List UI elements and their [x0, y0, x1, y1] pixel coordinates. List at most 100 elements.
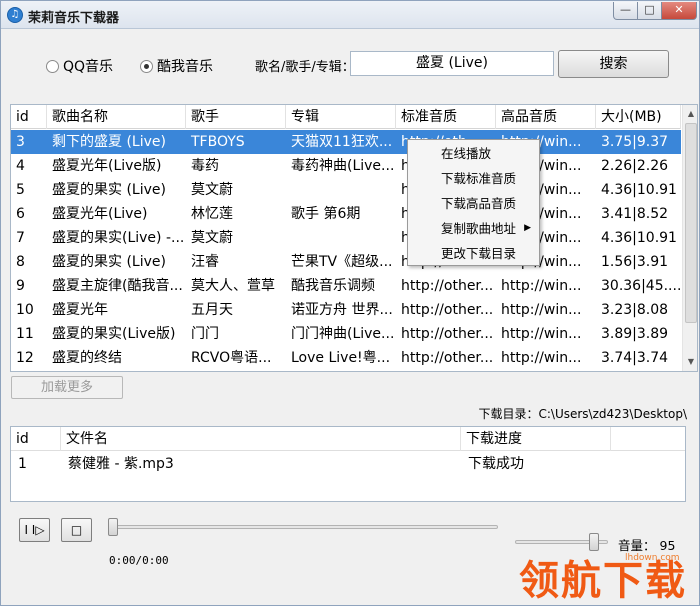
app-window: ♫ 茉莉音乐下载器 — □ ✕ QQ音乐 酷我音乐 歌名/歌手/专辑： 盛夏 (…	[0, 0, 700, 606]
volume-value: 95	[659, 538, 676, 553]
results-list[interactable]: id 歌曲名称 歌手 专辑 标准音质 高品音质 大小(MB) 3 剩下的盛夏 (L…	[10, 104, 698, 372]
search-input[interactable]: 盛夏 (Live)	[350, 51, 554, 76]
result-row[interactable]: 10 盛夏光年 五月天 诺亚方舟 世界... http://other... http:/…	[11, 298, 681, 322]
column-header[interactable]: 大小(MB)	[596, 105, 681, 129]
result-row[interactable]: 8盛夏的果实 (Live)汪睿芒果TV《超级...http://oth...ht…	[11, 250, 681, 274]
song-name: 盛夏的果实(Live版)	[52, 326, 176, 342]
column-header[interactable]: id	[11, 427, 61, 451]
download-row[interactable]: 1 蔡健雅 - 紫.mp3 下载成功	[11, 452, 681, 476]
song-id: 3	[16, 134, 25, 150]
result-row[interactable]: 11 盛夏的果实(Live版) 门门 门门神曲(Live... http://other…	[11, 322, 681, 346]
scroll-down-icon[interactable]: ▼	[684, 355, 697, 369]
seek-slider-handle[interactable]	[108, 518, 118, 536]
vertical-scrollbar[interactable]: ▲ ▼	[682, 105, 697, 371]
song-id: 8	[16, 254, 25, 270]
song-artist: TFBOYS	[191, 134, 245, 150]
song-artist: 五月天	[191, 302, 233, 318]
song-id: 10	[16, 302, 34, 318]
menu-item-download-high[interactable]: 下载高品音质	[408, 191, 539, 216]
song-name: 盛夏光年(Live)	[52, 206, 148, 222]
song-artist: 汪睿	[191, 254, 219, 270]
result-row[interactable]: 5盛夏的果实 (Live)莫文蔚http://oth...http://win.…	[11, 178, 681, 202]
menu-item-change-dir[interactable]: 更改下载目录	[408, 241, 539, 266]
song-id: 12	[16, 350, 34, 366]
song-size: 4.36|10.91	[601, 230, 677, 246]
menu-item-play-online[interactable]: 在线播放	[408, 141, 539, 166]
search-button[interactable]: 搜索	[558, 50, 669, 78]
load-more-button[interactable]: 加载更多	[11, 376, 123, 399]
song-artist: 莫文蔚	[191, 182, 233, 198]
minimize-button[interactable]: —	[613, 2, 638, 20]
playback-time: 0:00/0:00	[109, 554, 169, 567]
menu-item-label: 更改下载目录	[441, 246, 517, 261]
song-name: 盛夏光年	[52, 302, 108, 318]
song-high-url: http://win...	[501, 350, 582, 366]
maximize-button[interactable]: □	[638, 2, 662, 20]
column-header[interactable]: 歌手	[186, 105, 286, 129]
song-high-url: http://win...	[501, 326, 582, 342]
column-header[interactable]: 高品音质	[496, 105, 596, 129]
result-row[interactable]: 12 盛夏的终结 RCVO粤语... Love Live!粤... http://oth…	[11, 346, 681, 370]
song-album: 酷我音乐调频	[291, 278, 375, 294]
window-title: 茉莉音乐下载器	[28, 11, 120, 26]
downloads-header: id 文件名 下载进度	[11, 427, 685, 451]
radio-label: 酷我音乐	[157, 59, 213, 75]
title-bar: ♫ 茉莉音乐下载器 — □ ✕	[1, 1, 699, 29]
search-label: 歌名/歌手/专辑：	[255, 60, 355, 75]
scrollbar-thumb[interactable]	[685, 123, 697, 323]
song-album: 天猫双11狂欢...	[291, 134, 393, 150]
result-row[interactable]: 6盛夏光年(Live)林忆莲歌手 第6期http://oth...http://…	[11, 202, 681, 226]
column-header[interactable]: 文件名	[61, 427, 461, 451]
song-name: 盛夏光年(Live版)	[52, 158, 162, 174]
song-size: 3.89|3.89	[601, 326, 669, 342]
song-size: 3.74|3.74	[601, 350, 669, 366]
downloads-list[interactable]: id 文件名 下载进度 1 蔡健雅 - 紫.mp3 下载成功	[10, 426, 686, 502]
seek-slider-track[interactable]	[111, 525, 498, 529]
radio-dot[interactable]	[46, 59, 59, 73]
menu-item-copy-url[interactable]: 复制歌曲地址 ▶	[408, 216, 539, 241]
volume-label: 音量： 95	[618, 538, 676, 553]
song-name: 剩下的盛夏 (Live)	[52, 134, 166, 150]
menu-item-label: 复制歌曲地址	[441, 221, 517, 236]
song-high-url: http://win...	[501, 278, 582, 294]
song-size: 1.56|3.91	[601, 254, 669, 270]
song-artist: 毒药	[191, 158, 219, 174]
note-icon: ♫	[7, 7, 23, 23]
song-size: 3.23|8.08	[601, 302, 669, 318]
song-name: 盛夏主旋律(酷我音...	[52, 278, 183, 294]
stop-button[interactable]: □	[61, 518, 92, 542]
song-standard-url: http://other...	[401, 350, 494, 366]
results-header: id 歌曲名称 歌手 专辑 标准音质 高品音质 大小(MB)	[11, 105, 681, 129]
radio-kuwo-music[interactable]: 酷我音乐	[140, 56, 213, 76]
song-high-url: http://win...	[501, 302, 582, 318]
song-album: 诺亚方舟 世界...	[291, 302, 393, 318]
song-size: 30.36|45....	[601, 278, 681, 294]
column-header[interactable]: id	[11, 105, 47, 129]
column-header[interactable]: 下载进度	[461, 427, 611, 451]
scroll-up-icon[interactable]: ▲	[684, 107, 697, 121]
download-directory: 下载目录：C:\Users\zd423\Desktop\	[478, 407, 687, 421]
song-size: 3.41|8.52	[601, 206, 669, 222]
close-button[interactable]: ✕	[662, 2, 697, 20]
radio-qq-music[interactable]: QQ音乐	[46, 56, 113, 76]
column-header[interactable]: 歌曲名称	[47, 105, 186, 129]
result-row[interactable]: 9 盛夏主旋律(酷我音... 莫大人、萱草 酷我音乐调频 http://other...…	[11, 274, 681, 298]
column-header[interactable]: 专辑	[286, 105, 396, 129]
download-progress: 下载成功	[468, 456, 524, 472]
play-pause-button[interactable]: I I▷	[19, 518, 50, 542]
result-row[interactable]: 7盛夏的果实(Live) -...莫文蔚http://oth...http://…	[11, 226, 681, 250]
song-artist: 莫文蔚	[191, 230, 233, 246]
submenu-arrow-icon: ▶	[524, 223, 531, 233]
song-id: 11	[16, 326, 34, 342]
menu-item-label: 下载高品音质	[441, 196, 517, 211]
result-row[interactable]: 4盛夏光年(Live版)毒药毒药神曲(Live...http://oth...h…	[11, 154, 681, 178]
column-header[interactable]: 标准音质	[396, 105, 496, 129]
radio-dot-selected[interactable]	[140, 59, 153, 73]
song-album	[286, 178, 396, 202]
menu-item-label: 下载标准音质	[441, 171, 517, 186]
result-row-selected[interactable]: 3剩下的盛夏 (Live)TFBOYS天猫双11狂欢...http://oth.…	[11, 130, 681, 154]
song-name: 盛夏的果实 (Live)	[52, 182, 166, 198]
song-id: 7	[16, 230, 25, 246]
volume-slider-handle[interactable]	[589, 533, 600, 551]
menu-item-download-standard[interactable]: 下载标准音质	[408, 166, 539, 191]
